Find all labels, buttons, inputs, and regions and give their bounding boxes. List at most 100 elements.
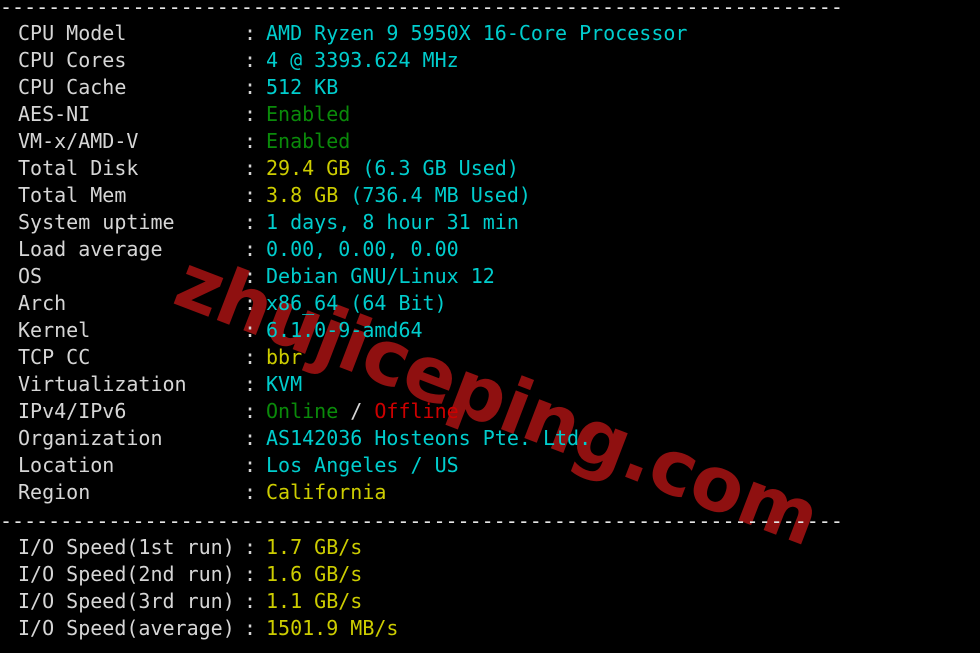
system-info-row: CPU Cache:512 KB xyxy=(0,74,980,101)
system-info-value: Online / Offline xyxy=(266,399,459,423)
system-info-colon: : xyxy=(244,156,257,180)
system-info-label: CPU Model xyxy=(18,21,127,45)
system-info-row: Total Disk:29.4 GB (6.3 GB Used) xyxy=(0,155,980,182)
system-info-colon: : xyxy=(244,399,257,423)
system-info-colon: : xyxy=(244,210,257,234)
io-speed-colon: : xyxy=(244,535,257,559)
system-info-colon: : xyxy=(244,129,257,153)
system-info-value-segment: x86_64 (64 Bit) xyxy=(266,291,447,315)
io-speed-label: I/O Speed(average) xyxy=(18,616,235,640)
io-speed-value: 1.7 GB/s xyxy=(266,535,362,559)
system-info-value: Enabled xyxy=(266,102,350,126)
system-info-value-segment: AS142036 Hosteons Pte. Ltd. xyxy=(266,426,592,450)
separator-middle: ----------------------------------------… xyxy=(0,514,843,528)
io-speed-row: I/O Speed(average):1501.9 MB/s xyxy=(0,615,980,642)
io-speed-value-segment: 1.7 GB/s xyxy=(266,535,363,559)
system-info-row: Organization: AS142036 Hosteons Pte. Ltd. xyxy=(0,425,980,452)
system-info-value: California xyxy=(266,480,386,504)
system-info-value: AMD Ryzen 9 5950X 16-Core Processor xyxy=(266,21,687,45)
system-info-value-segment: 29.4 GB xyxy=(266,156,363,180)
system-info-value: Enabled xyxy=(266,129,350,153)
system-info-value-segment: AMD Ryzen 9 5950X 16-Core Processor xyxy=(266,21,688,45)
system-info-colon: : xyxy=(244,102,257,126)
system-info-colon: : xyxy=(244,453,257,477)
system-info-label: VM-x/AMD-V xyxy=(18,129,139,153)
terminal-screen: ----------------------------------------… xyxy=(0,0,980,653)
io-speed-value: 1501.9 MB/s xyxy=(266,616,398,640)
system-info-row: Load average:0.00, 0.00, 0.00 xyxy=(0,236,980,263)
separator-top: ----------------------------------------… xyxy=(0,0,843,14)
system-info-value-segment: KVM xyxy=(266,372,303,396)
system-info-value: x86_64 (64 Bit) xyxy=(266,291,447,315)
io-speed-colon: : xyxy=(244,589,257,613)
system-info-label: Region xyxy=(18,480,91,504)
system-info-label: CPU Cores xyxy=(18,48,127,72)
terminal-window: zhujiceping.com ------------------------… xyxy=(0,0,980,653)
system-info-section: CPU Model: AMD Ryzen 9 5950X 16-Core Proc… xyxy=(0,20,980,506)
system-info-value-segment: 0.00, 0.00, 0.00 xyxy=(266,237,459,261)
system-info-row: Virtualization: KVM xyxy=(0,371,980,398)
system-info-row: AES-NI: Enabled xyxy=(0,101,980,128)
system-info-value-segment: Debian GNU/Linux 12 xyxy=(266,264,495,288)
system-info-value-segment: Offline xyxy=(374,399,459,423)
io-speed-value: 1.1 GB/s xyxy=(266,589,362,613)
io-speed-section: I/O Speed(1st run):1.7 GB/s I/O Speed(2nd… xyxy=(0,534,980,642)
system-info-row: System uptime:1 days, 8 hour 31 min xyxy=(0,209,980,236)
system-info-label: Arch xyxy=(18,291,67,315)
system-info-value: 1 days, 8 hour 31 min xyxy=(266,210,519,234)
io-speed-colon: : xyxy=(244,616,257,640)
io-speed-row: I/O Speed(1st run):1.7 GB/s xyxy=(0,534,980,561)
system-info-value-segment: 1 days, 8 hour 31 min xyxy=(266,210,519,234)
system-info-value-segment: Enabled xyxy=(266,129,351,153)
system-info-label: OS xyxy=(18,264,43,288)
system-info-label: Total Disk xyxy=(18,156,139,180)
system-info-label: Kernel xyxy=(18,318,91,342)
system-info-colon: : xyxy=(244,291,257,315)
system-info-value-segment: Online xyxy=(266,399,339,423)
system-info-colon: : xyxy=(244,237,257,261)
system-info-label: TCP CC xyxy=(18,345,91,369)
system-info-label: IPv4/IPv6 xyxy=(18,399,127,423)
system-info-row: VM-x/AMD-V: Enabled xyxy=(0,128,980,155)
system-info-row: Region: California xyxy=(0,479,980,506)
system-info-value: 6.1.0-9-amd64 xyxy=(266,318,423,342)
system-info-colon: : xyxy=(244,264,257,288)
system-info-row: TCP CC: bbr xyxy=(0,344,980,371)
system-info-row: CPU Model: AMD Ryzen 9 5950X 16-Core Proc… xyxy=(0,20,980,47)
system-info-value: Debian GNU/Linux 12 xyxy=(266,264,495,288)
system-info-colon: : xyxy=(244,372,257,396)
system-info-colon: : xyxy=(244,345,257,369)
system-info-row: Kernel:6.1.0-9-amd64 xyxy=(0,317,980,344)
system-info-row: IPv4/IPv6: Online / Offline xyxy=(0,398,980,425)
system-info-value: bbr xyxy=(266,345,302,369)
system-info-colon: : xyxy=(244,183,257,207)
system-info-value: 29.4 GB (6.3 GB Used) xyxy=(266,156,519,180)
system-info-value-segment: (736.4 MB Used) xyxy=(350,183,531,207)
system-info-value-segment: California xyxy=(266,480,387,504)
io-speed-value-segment: 1.1 GB/s xyxy=(266,589,363,613)
io-speed-label: I/O Speed(3rd run) xyxy=(18,589,235,613)
system-info-label: Load average xyxy=(18,237,163,261)
system-info-row: Total Mem:3.8 GB (736.4 MB Used) xyxy=(0,182,980,209)
io-speed-label: I/O Speed(2nd run) xyxy=(18,562,235,586)
system-info-label: Organization xyxy=(18,426,163,450)
system-info-row: Arch: x86_64 (64 Bit) xyxy=(0,290,980,317)
system-info-value-segment: Enabled xyxy=(266,102,351,126)
system-info-value-segment: / xyxy=(338,399,375,423)
io-speed-value-segment: 1.6 GB/s xyxy=(266,562,363,586)
system-info-value: 512 KB xyxy=(266,75,338,99)
system-info-label: Total Mem xyxy=(18,183,127,207)
io-speed-label: I/O Speed(1st run) xyxy=(18,535,235,559)
system-info-value-segment: bbr xyxy=(266,345,303,369)
system-info-value: Los Angeles / US xyxy=(266,453,459,477)
io-speed-value-segment: 1501.9 MB/s xyxy=(266,616,399,640)
io-speed-value: 1.6 GB/s xyxy=(266,562,362,586)
system-info-value: 0.00, 0.00, 0.00 xyxy=(266,237,459,261)
system-info-value-segment: (6.3 GB Used) xyxy=(362,156,519,180)
io-speed-colon: : xyxy=(244,562,257,586)
system-info-label: Location xyxy=(18,453,115,477)
system-info-label: System uptime xyxy=(18,210,175,234)
system-info-value: 4 @ 3393.624 MHz xyxy=(266,48,459,72)
system-info-value-segment: Los Angeles / US xyxy=(266,453,459,477)
system-info-row: OS: Debian GNU/Linux 12 xyxy=(0,263,980,290)
